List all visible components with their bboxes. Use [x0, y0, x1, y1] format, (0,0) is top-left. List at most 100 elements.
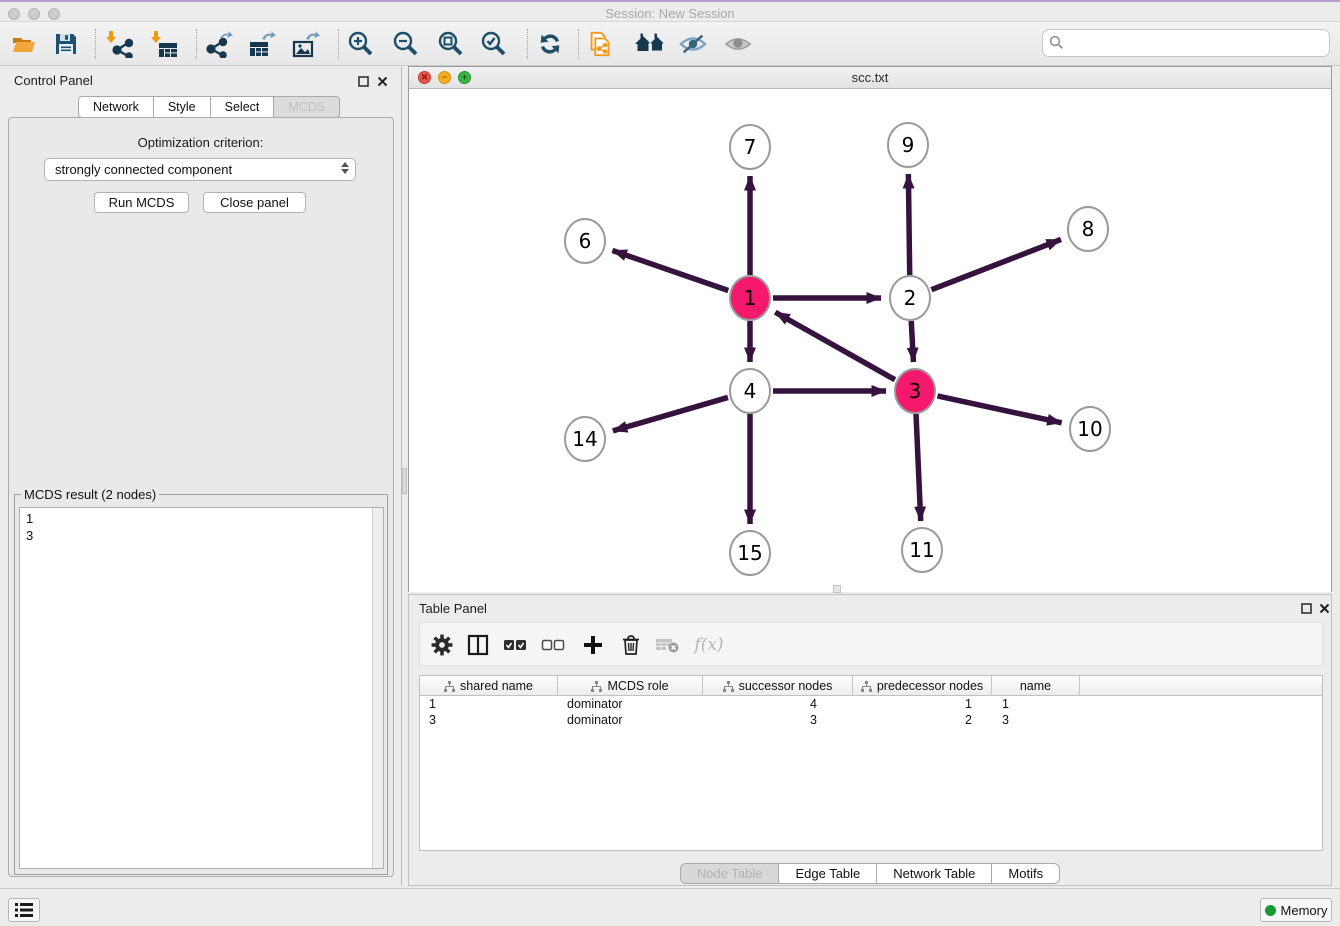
tab-style[interactable]: Style [154, 96, 211, 118]
table-tabs: Node Table Edge Table Network Table Moti… [409, 863, 1331, 884]
refresh-styles-icon[interactable] [536, 30, 564, 58]
close-panel-icon[interactable] [377, 74, 388, 92]
mcds-result-textarea[interactable]: 1 3 [19, 507, 384, 869]
graph-edge-1-6[interactable] [612, 250, 728, 290]
search-icon [1049, 35, 1064, 55]
run-mcds-button[interactable]: Run MCDS [94, 192, 189, 213]
main-toolbar [0, 22, 1340, 66]
svg-text:6: 6 [579, 229, 592, 253]
svg-text:15: 15 [737, 541, 762, 565]
graph-node-11[interactable]: 11 [902, 528, 942, 572]
mcds-result-fieldset: MCDS result (2 nodes) 1 3 [14, 494, 388, 875]
clone-network-icon[interactable] [586, 30, 614, 58]
os-titlebar: Session: New Session [0, 0, 1340, 22]
graph-edge-2-8[interactable] [931, 239, 1061, 289]
column-header-name[interactable]: name [992, 676, 1080, 696]
create-column-plus-icon[interactable] [580, 632, 606, 658]
graph-edge-2-3[interactable] [911, 321, 913, 362]
search-input[interactable] [1042, 29, 1330, 57]
table-header-row: shared name MCDS role successor nodes pr… [420, 676, 1322, 696]
table-settings-gear-icon[interactable] [429, 632, 455, 658]
tab-motifs[interactable]: Motifs [992, 863, 1060, 884]
tab-network-table[interactable]: Network Table [877, 863, 992, 884]
network-window-titlebar[interactable]: ✕ − + scc.txt [409, 67, 1331, 89]
table-cell: 1 [420, 696, 558, 712]
graph-node-9[interactable]: 9 [888, 123, 928, 167]
show-details-eye-icon[interactable] [724, 30, 752, 58]
graph-edge-2-9[interactable] [908, 174, 909, 275]
column-header-predecessor-nodes[interactable]: predecessor nodes [853, 676, 992, 696]
column-header-successor-nodes[interactable]: successor nodes [703, 676, 853, 696]
svg-text:1: 1 [744, 286, 757, 310]
hide-details-eye-icon[interactable] [679, 30, 707, 58]
graph-edge-3-1[interactable] [775, 312, 895, 379]
table-cell: 3 [703, 712, 853, 728]
window-title: Session: New Session [0, 6, 1340, 21]
graph-edge-4-14[interactable] [613, 397, 728, 430]
memory-status-dot [1265, 905, 1276, 916]
network-canvas[interactable]: 7 9 6 8 1 2 4 3 14 10 15 11 [409, 89, 1331, 592]
task-history-button[interactable] [8, 898, 40, 922]
column-header-mcds-role[interactable]: MCDS role [558, 676, 703, 696]
list-icon [15, 903, 33, 917]
zoom-selected-icon[interactable] [479, 30, 507, 58]
zoom-fit-icon[interactable] [436, 30, 464, 58]
zoom-out-icon[interactable] [391, 30, 419, 58]
tab-network[interactable]: Network [78, 96, 154, 118]
home-icon[interactable] [634, 30, 668, 58]
float-table-panel-icon[interactable] [1301, 601, 1312, 619]
tab-mcds[interactable]: MCDS [274, 96, 340, 118]
optimization-criterion-label: Optimization criterion: [0, 135, 401, 150]
close-table-panel-icon[interactable] [1319, 601, 1330, 619]
graph-node-3[interactable]: 3 [895, 369, 935, 413]
tab-select[interactable]: Select [211, 96, 275, 118]
import-table-icon[interactable] [150, 30, 178, 58]
column-header-shared-name[interactable]: shared name [420, 676, 558, 696]
dropdown-stepper-icon [341, 162, 349, 174]
criterion-dropdown[interactable]: strongly connected component [44, 158, 356, 181]
import-network-icon[interactable] [105, 30, 133, 58]
select-all-columns-icon[interactable] [502, 632, 528, 658]
graph-node-14[interactable]: 14 [565, 417, 605, 461]
export-network-icon[interactable] [205, 30, 233, 58]
show-column-panel-icon[interactable] [465, 632, 491, 658]
graph-edge-3-11[interactable] [916, 414, 921, 521]
graph-node-7[interactable]: 7 [730, 125, 770, 169]
graph-node-10[interactable]: 10 [1070, 407, 1110, 451]
tab-edge-table[interactable]: Edge Table [779, 863, 877, 884]
toolbar-separator [578, 29, 579, 59]
tab-node-table[interactable]: Node Table [680, 863, 780, 884]
delete-table-icon-disabled [654, 632, 680, 658]
column-tree-icon [444, 681, 455, 692]
column-tree-icon [861, 681, 872, 692]
table-row[interactable]: 3dominator323 [420, 712, 1322, 728]
svg-text:11: 11 [909, 538, 934, 562]
graph-node-8[interactable]: 8 [1068, 207, 1108, 251]
function-builder-icon-disabled: f(x) [692, 632, 726, 658]
export-image-icon[interactable] [292, 30, 320, 58]
graph-node-1[interactable]: 1 [730, 276, 770, 320]
network-resize-grip[interactable] [833, 585, 841, 593]
float-panel-icon[interactable] [358, 74, 369, 92]
export-table-icon[interactable] [248, 30, 276, 58]
graph-node-6[interactable]: 6 [565, 219, 605, 263]
save-session-icon[interactable] [52, 30, 80, 58]
close-panel-button[interactable]: Close panel [203, 192, 306, 213]
open-session-icon[interactable] [10, 30, 38, 58]
graph-node-15[interactable]: 15 [730, 531, 770, 575]
delete-column-trash-icon[interactable] [618, 632, 644, 658]
graph-edge-3-10[interactable] [937, 396, 1061, 423]
table-toolbar: f(x) [419, 622, 1323, 666]
zoom-in-icon[interactable] [346, 30, 374, 58]
graph-node-4[interactable]: 4 [730, 369, 770, 413]
memory-label: Memory [1281, 903, 1328, 918]
mcds-result-title: MCDS result (2 nodes) [21, 487, 159, 502]
memory-button[interactable]: Memory [1260, 898, 1332, 922]
svg-text:9: 9 [902, 133, 915, 157]
deselect-all-columns-icon[interactable] [540, 632, 566, 658]
result-scrollbar[interactable] [372, 508, 383, 868]
criterion-value: strongly connected component [55, 162, 232, 177]
graph-node-2[interactable]: 2 [890, 276, 930, 320]
table-row[interactable]: 1dominator411 [420, 696, 1322, 712]
panel-splitter-grip[interactable] [402, 468, 407, 494]
